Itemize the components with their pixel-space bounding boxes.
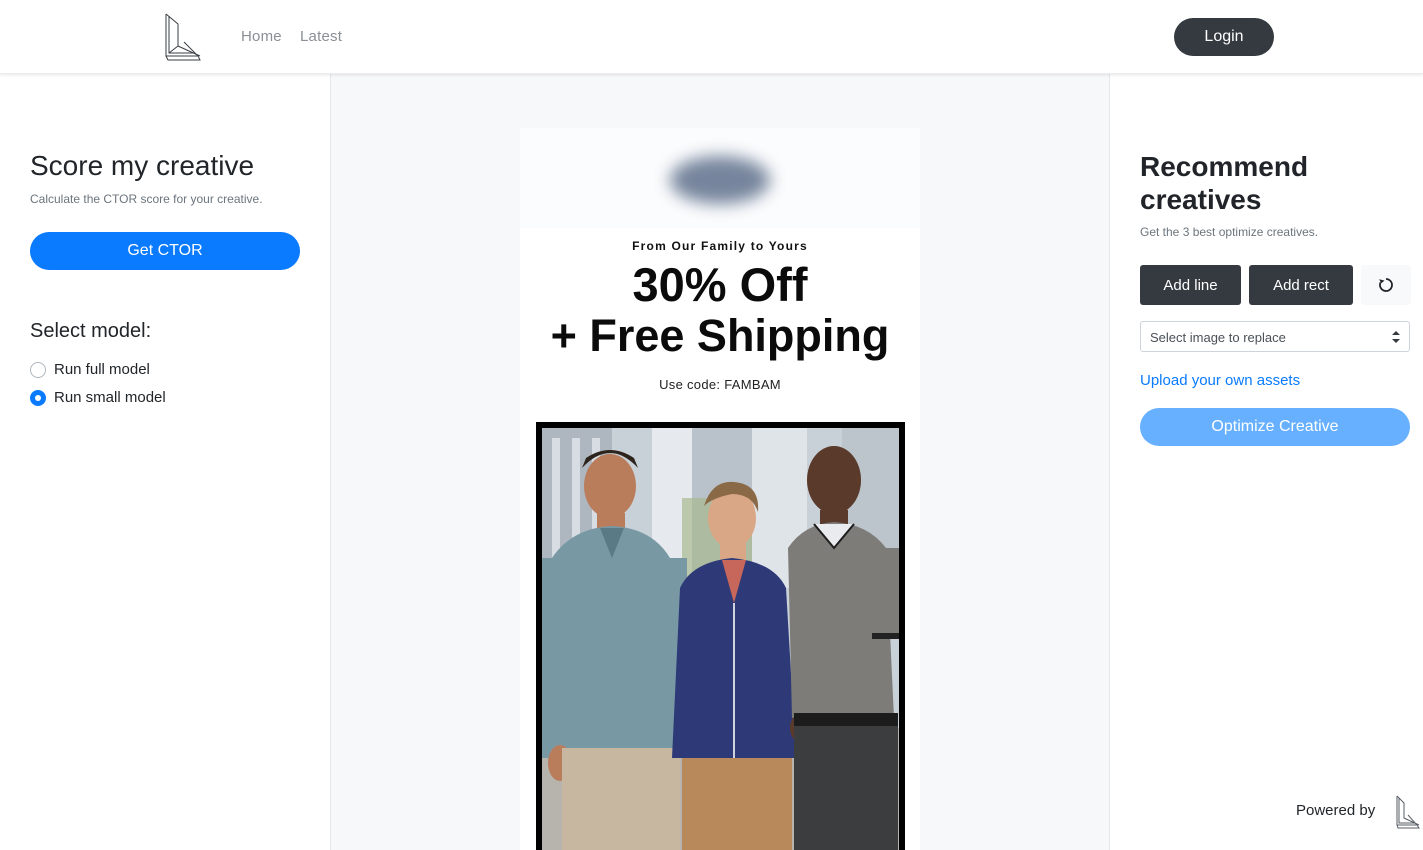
reset-icon xyxy=(1379,278,1393,292)
promo-code: Use code: FAMBAM xyxy=(659,377,781,392)
creative-canvas-area: From Our Family to Yours 30% Off + Free … xyxy=(331,74,1109,850)
reset-button[interactable] xyxy=(1361,265,1411,305)
promo-headline: 30% Off xyxy=(632,258,808,311)
recommend-panel: Recommend creatives Get the 3 best optim… xyxy=(1109,74,1423,850)
promo-subheadline: + Free Shipping xyxy=(550,310,890,361)
radio-button-checked[interactable] xyxy=(30,389,46,406)
nav-home-link[interactable]: Home xyxy=(241,28,282,45)
radio-button-unchecked[interactable] xyxy=(30,361,46,378)
score-title: Score my creative xyxy=(30,150,255,181)
radio-small-model-label: Run small model xyxy=(54,389,166,406)
nav-latest-link[interactable]: Latest xyxy=(300,28,342,45)
powered-by-logo-icon xyxy=(1396,795,1420,829)
replace-image-select[interactable]: Select image to replace xyxy=(1140,321,1410,352)
score-subtitle: Calculate the CTOR score for your creati… xyxy=(30,192,263,206)
radio-full-model[interactable]: Run full model xyxy=(30,361,150,378)
login-button[interactable]: Login xyxy=(1174,18,1274,56)
add-rect-button[interactable]: Add rect xyxy=(1249,265,1353,305)
optimize-creative-button[interactable]: Optimize Creative xyxy=(1140,408,1410,446)
blurred-logo-image xyxy=(670,156,770,204)
score-panel: Score my creative Calculate the CTOR sco… xyxy=(0,74,331,850)
recommend-subtitle: Get the 3 best optimize creatives. xyxy=(1140,225,1319,239)
replace-image-select-value: Select image to replace xyxy=(1150,330,1286,345)
powered-by-label: Powered by xyxy=(1296,802,1376,819)
radio-full-model-label: Run full model xyxy=(54,361,150,378)
email-creative[interactable]: From Our Family to Yours 30% Off + Free … xyxy=(520,128,920,850)
select-caret-icon xyxy=(1392,331,1400,343)
navbar: Home Latest Login xyxy=(0,0,1423,74)
photo-illustration xyxy=(542,428,899,850)
get-ctor-button[interactable]: Get CTOR xyxy=(30,232,300,270)
promo-kicker: From Our Family to Yours xyxy=(632,239,808,253)
recommend-title: Recommend creatives xyxy=(1140,151,1309,215)
upload-assets-link[interactable]: Upload your own assets xyxy=(1140,372,1300,389)
radio-small-model[interactable]: Run small model xyxy=(30,389,166,406)
add-line-button[interactable]: Add line xyxy=(1140,265,1241,305)
brand-logo-icon[interactable] xyxy=(164,12,204,62)
three-men-photo[interactable] xyxy=(536,422,905,850)
select-model-label: Select model: xyxy=(30,320,152,342)
blurred-header xyxy=(520,128,920,228)
